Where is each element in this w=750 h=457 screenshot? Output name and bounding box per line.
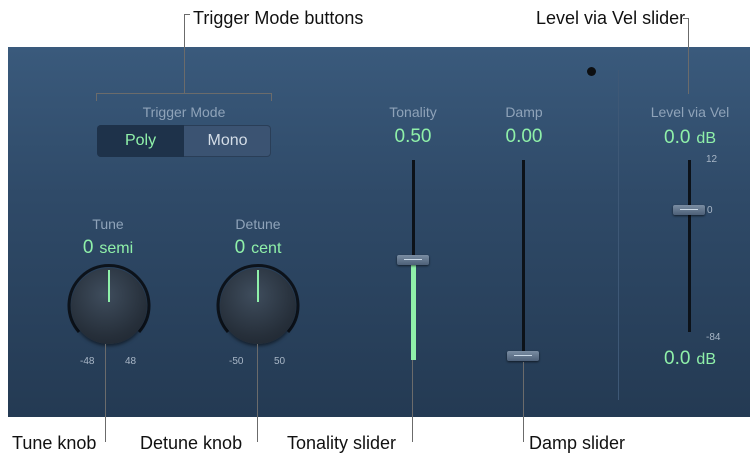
leader-damp-slider (523, 362, 524, 442)
level-via-vel-track[interactable] (688, 160, 691, 332)
leader-trigger-mode-bracket-right (271, 93, 272, 101)
tonality-value: 0.50 (394, 126, 432, 147)
leader-level-via-vel-horizontal (683, 18, 689, 19)
leader-trigger-mode-bracket (96, 93, 272, 94)
tune-min-label: -48 (80, 356, 95, 367)
tune-unit: semi (99, 240, 134, 257)
damp-value: 0.00 (505, 126, 543, 147)
callout-damp-slider: Damp slider (529, 433, 626, 453)
level-via-vel-bottom-unit: dB (696, 351, 716, 368)
detune-min-label: -50 (229, 356, 244, 367)
tonality-label: Tonality (389, 104, 437, 120)
level-via-vel-scale-mid: 0 (707, 205, 713, 216)
detune-max-label: 50 (274, 356, 286, 367)
detune-unit: cent (251, 240, 282, 257)
trigger-mode-poly-button[interactable]: Poly (97, 125, 184, 157)
leader-tonality-slider (412, 360, 413, 442)
leader-trigger-mode-vertical (184, 14, 185, 93)
level-via-vel-bottom-readout: 0.0 dB (630, 348, 750, 370)
tonality-slider-thumb[interactable] (397, 255, 429, 265)
level-via-vel-scale-bottom: -84 (706, 332, 721, 343)
callout-detune-knob: Detune knob (140, 433, 243, 453)
leader-tune-knob (105, 344, 106, 442)
detune-value-readout: 0 cent (208, 237, 308, 259)
detune-knob[interactable] (216, 264, 300, 348)
leader-trigger-mode-horizontal (184, 14, 190, 15)
damp-slider-thumb[interactable] (507, 351, 539, 361)
damp-track[interactable] (522, 160, 525, 360)
tune-value-readout: 0 semi (58, 237, 158, 259)
callout-trigger-mode-buttons: Trigger Mode buttons (193, 8, 364, 28)
leader-level-via-vel (688, 18, 689, 94)
tune-knob[interactable] (67, 264, 151, 348)
trigger-mode-mono-button[interactable]: Mono (184, 125, 271, 157)
detune-value: 0 (234, 237, 246, 258)
level-via-vel-thumb-line (680, 209, 698, 210)
leader-detune-knob (257, 344, 258, 442)
tonality-fill (411, 265, 416, 360)
level-via-vel-top-readout: 0.0 dB (630, 127, 750, 149)
level-via-vel-bottom-value[interactable]: 0.0 (664, 348, 690, 369)
tune-label: Tune (92, 216, 124, 232)
trigger-mode-segmented-control: Poly Mono (97, 125, 271, 157)
tune-knob-pointer (108, 270, 110, 302)
section-divider (618, 70, 619, 400)
damp-thumb-line (514, 355, 532, 356)
damp-label: Damp (505, 104, 543, 120)
level-via-vel-slider-thumb[interactable] (673, 205, 705, 215)
trigger-mode-label: Trigger Mode (142, 104, 226, 120)
detune-label: Detune (235, 216, 281, 232)
callout-level-via-vel-slider: Level via Vel slider (536, 8, 686, 28)
leader-trigger-mode-bracket-left (96, 93, 97, 101)
level-via-vel-label: Level via Vel (650, 104, 730, 120)
callout-tonality-slider: Tonality slider (287, 433, 397, 453)
callout-tune-knob: Tune knob (12, 433, 97, 453)
tune-max-label: 48 (125, 356, 137, 367)
status-led (587, 67, 596, 76)
tune-value: 0 (82, 237, 94, 258)
tonality-thumb-line (404, 259, 422, 260)
level-via-vel-top-value[interactable]: 0.0 (664, 127, 690, 148)
level-via-vel-scale-top: 12 (706, 154, 718, 165)
detune-knob-pointer (257, 270, 259, 302)
level-via-vel-top-unit: dB (696, 130, 716, 147)
